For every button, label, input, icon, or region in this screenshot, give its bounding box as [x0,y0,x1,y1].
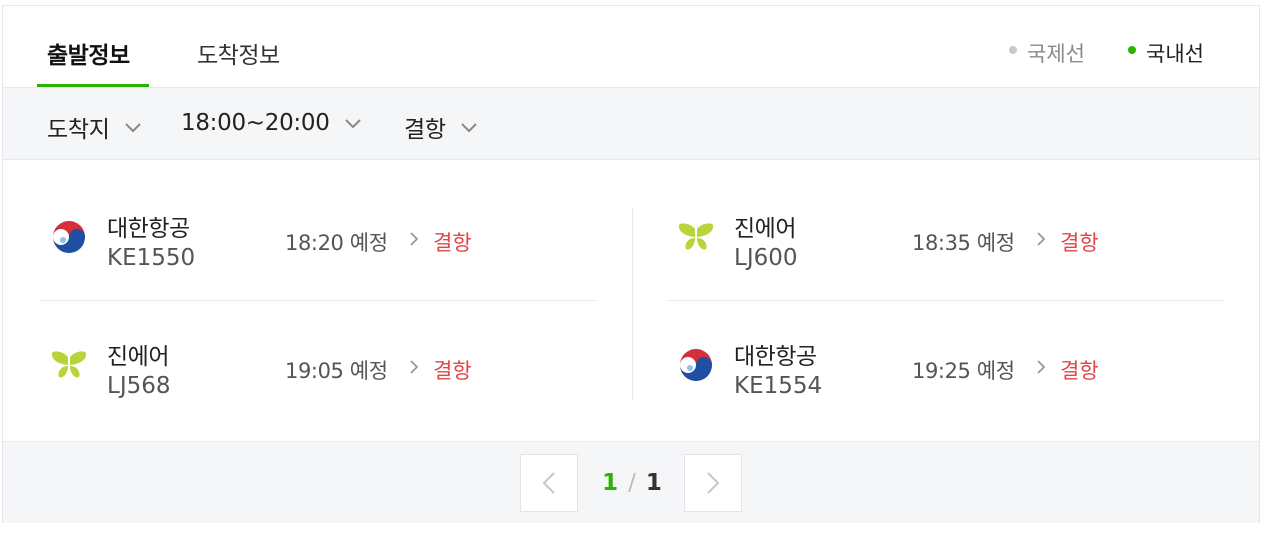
flight-item[interactable]: 대한항공 KE1554 19:25 예정 결항 [678,337,1238,427]
status-filter[interactable]: 결항 [404,110,478,144]
flight-number: KE1550 [107,245,196,271]
toggle-domestic-label: 국내선 [1146,42,1204,66]
destination-filter[interactable]: 도착지 [47,110,142,144]
airline-name: 대한항공 [734,344,817,370]
flight-number: LJ568 [107,373,171,399]
next-page-button[interactable] [684,454,742,512]
scheduled-time: 18:20 예정 [285,231,388,255]
status-filter-label: 결항 [404,117,446,143]
destination-filter-label: 도착지 [47,117,110,143]
flight-status: 결항 [1060,359,1099,383]
page-indicator: 1 / 1 [583,454,681,512]
column-divider [632,208,633,400]
korean-air-logo-icon [679,348,713,382]
active-tab-indicator [37,84,149,87]
tab-departure[interactable]: 출발정보 [47,36,130,70]
toggle-international[interactable]: 국제선 [1009,38,1085,68]
flight-status: 결항 [1060,231,1099,255]
airline-name: 진에어 [734,216,796,242]
flight-number: LJ600 [734,245,798,271]
flight-number: KE1554 [734,373,823,399]
flight-list: 대한항공 KE1550 18:20 예정 결항 진에어 LJ600 18:35 … [3,160,1259,442]
chevron-right-icon [1037,360,1046,374]
inactive-dot-icon [1009,46,1017,54]
chevron-left-icon [542,472,555,494]
active-dot-icon [1128,46,1136,54]
airline-name: 진에어 [107,344,169,370]
tab-arrival[interactable]: 도착정보 [197,36,280,70]
row-divider [39,300,597,301]
flight-info-card: 출발정보 도착정보 국제선 국내선 도착지 18:00~20:00 결항 대한항… [2,5,1260,523]
toggle-domestic[interactable]: 국내선 [1128,38,1204,68]
page-separator: / [628,470,636,496]
time-range-filter[interactable]: 18:00~20:00 [181,110,362,136]
scheduled-time: 19:25 예정 [912,359,1015,383]
tabs-bar: 출발정보 도착정보 국제선 국내선 [3,6,1259,88]
total-pages: 1 [645,470,662,496]
flight-item[interactable]: 진에어 LJ568 19:05 예정 결항 [51,337,611,427]
jin-air-logo-icon [678,223,714,250]
chevron-right-icon [410,232,419,246]
chevron-right-icon [707,472,720,494]
prev-page-button[interactable] [520,454,578,512]
row-divider [667,300,1224,301]
chevron-right-icon [410,360,419,374]
toggle-international-label: 국제선 [1027,42,1085,66]
flight-item[interactable]: 진에어 LJ600 18:35 예정 결항 [678,209,1238,299]
scheduled-time: 18:35 예정 [912,231,1015,255]
current-page: 1 [602,470,619,496]
airline-name: 대한항공 [107,216,190,242]
flight-status: 결항 [433,231,472,255]
time-range-filter-label: 18:00~20:00 [181,110,330,136]
chevron-down-icon [124,122,141,132]
jin-air-logo-icon [51,351,87,378]
filter-bar: 도착지 18:00~20:00 결항 [3,88,1259,160]
chevron-down-icon [344,118,361,128]
flight-item[interactable]: 대한항공 KE1550 18:20 예정 결항 [51,209,611,299]
flight-status: 결항 [433,359,472,383]
chevron-right-icon [1037,232,1046,246]
korean-air-logo-icon [52,220,86,254]
chevron-down-icon [461,122,477,132]
scheduled-time: 19:05 예정 [285,359,388,383]
pagination: 1 / 1 [3,441,1259,523]
